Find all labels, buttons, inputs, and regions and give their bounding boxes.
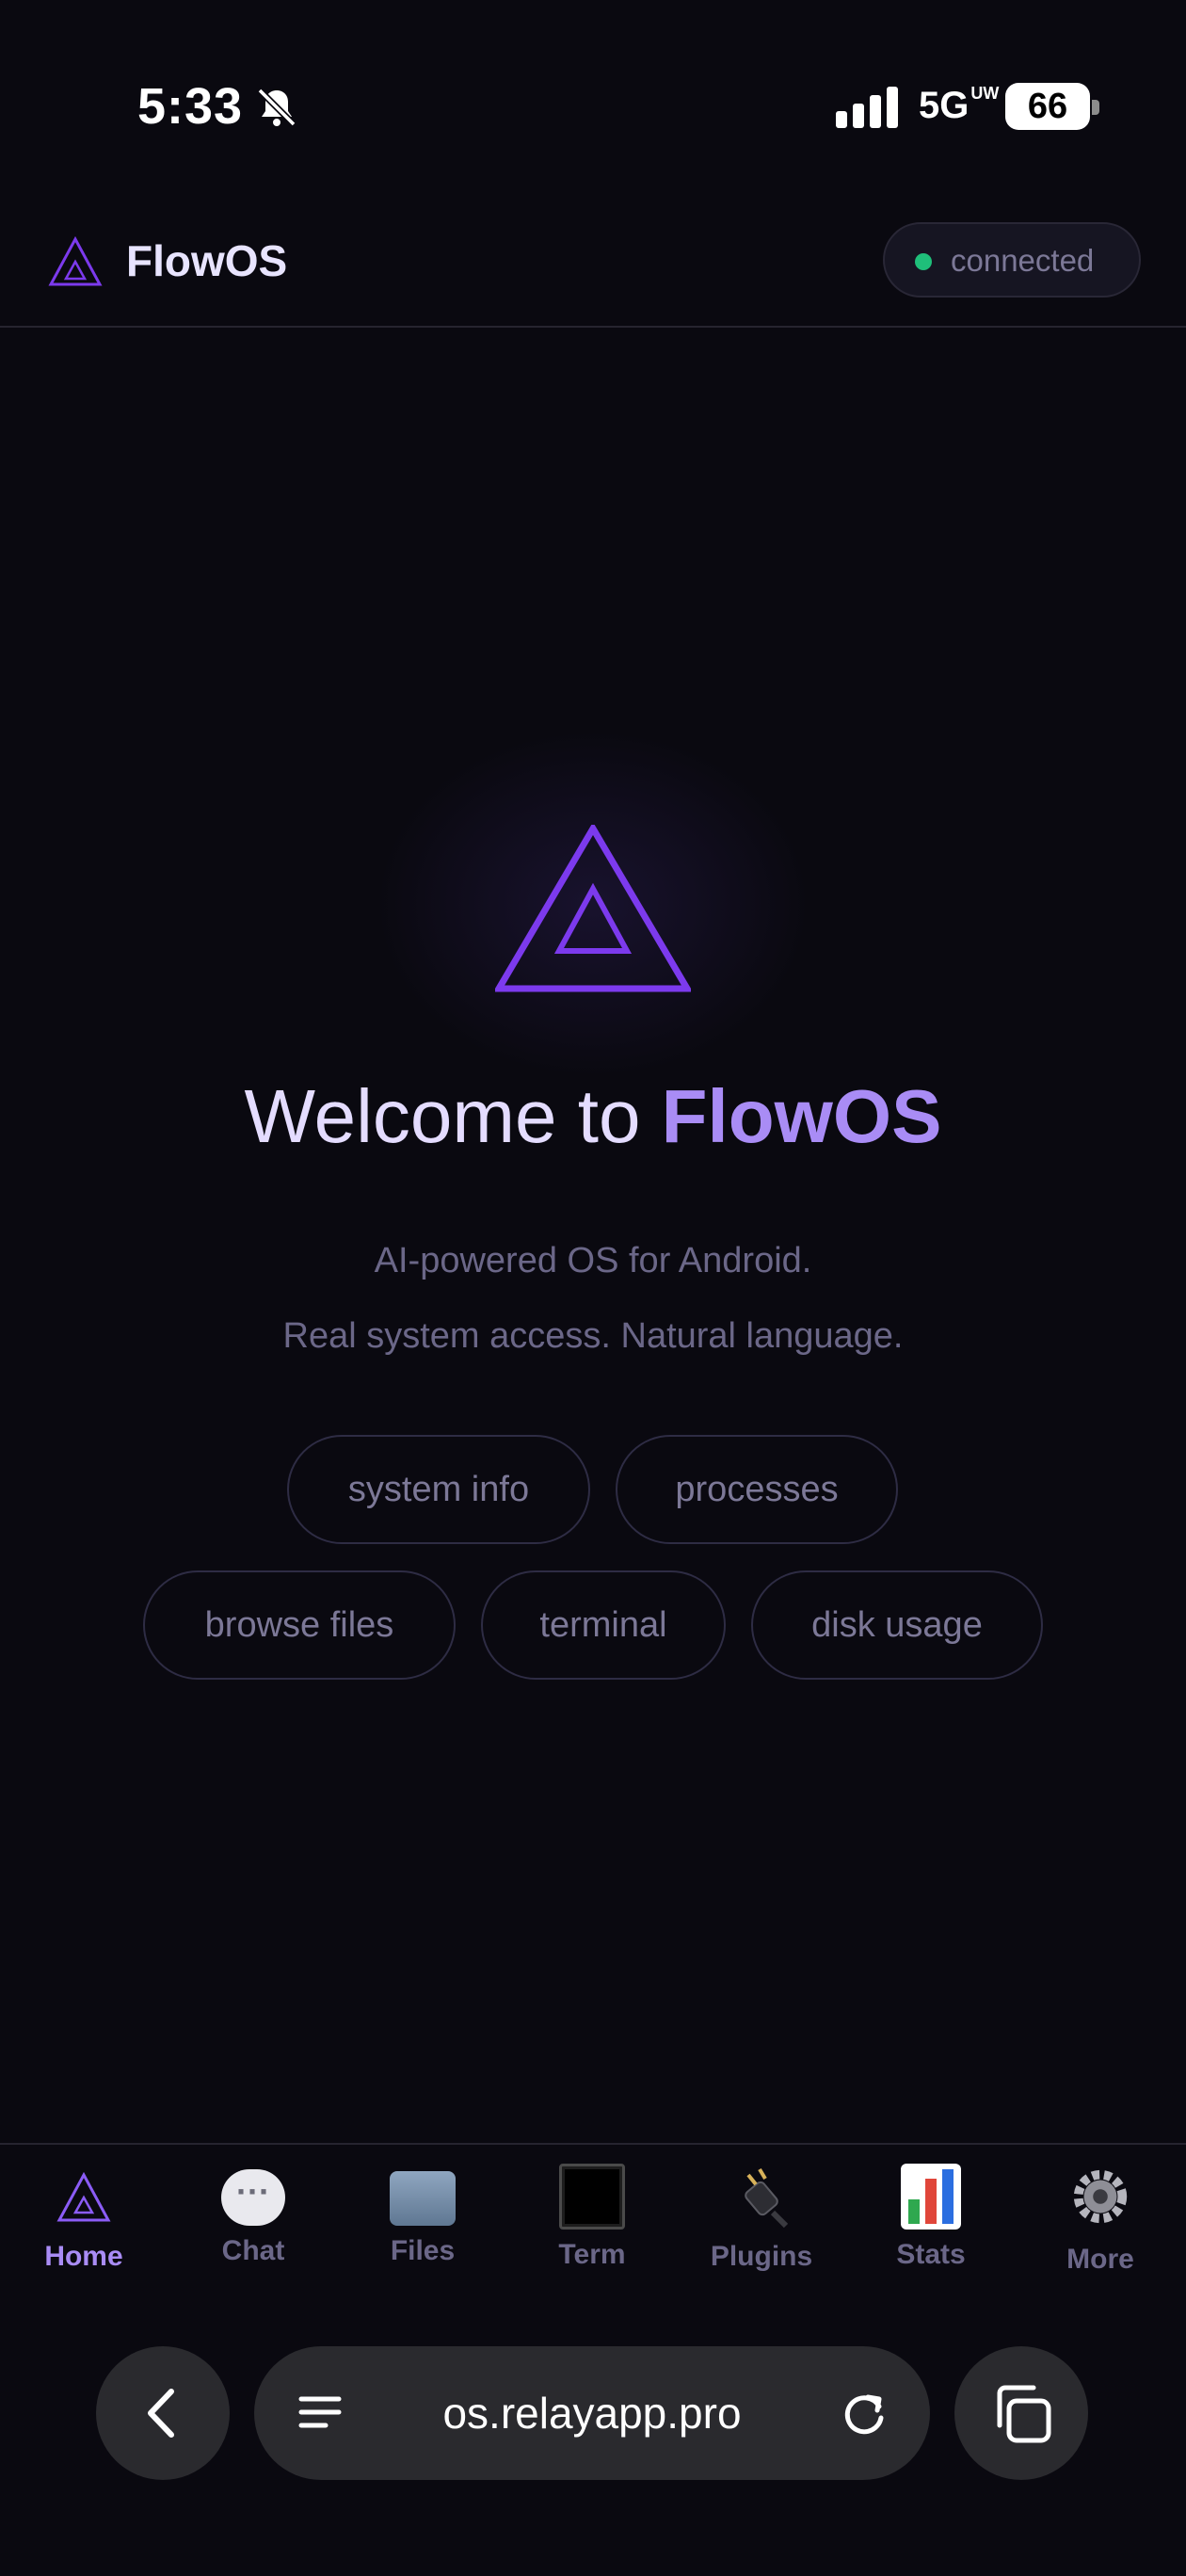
hero-subtitle-line1: AI-powered OS for Android. bbox=[374, 1241, 812, 1280]
nav-stats[interactable]: Stats bbox=[856, 2164, 1006, 2271]
nav-term-label: Term bbox=[558, 2239, 626, 2270]
battery-level: 66 bbox=[1005, 83, 1090, 130]
nav-more-label: More bbox=[1066, 2244, 1134, 2275]
url-text: os.relayapp.pro bbox=[442, 2389, 742, 2438]
status-bar: 5:33 5G UW 66 bbox=[0, 0, 1186, 198]
nav-home-label: Home bbox=[44, 2241, 123, 2272]
chevron-left-icon bbox=[148, 2389, 174, 2438]
gear-icon bbox=[1073, 2169, 1128, 2224]
plug-icon bbox=[745, 2167, 789, 2229]
browser-tabs-button[interactable] bbox=[954, 2346, 1088, 2480]
hero-subtitle-line2: Real system access. Natural language. bbox=[282, 1316, 904, 1356]
network-type: 5G UW bbox=[919, 84, 1000, 126]
flowos-logo-icon[interactable] bbox=[47, 233, 104, 290]
welcome-brand: FlowOS bbox=[661, 1074, 942, 1158]
browser-address-bar[interactable]: os.relayapp.pro bbox=[254, 2346, 930, 2480]
terminal-icon bbox=[559, 2164, 625, 2230]
chip-system-info[interactable]: system info bbox=[287, 1435, 590, 1544]
nav-home[interactable]: Home bbox=[8, 2164, 159, 2273]
nav-stats-label: Stats bbox=[896, 2239, 966, 2270]
chip-terminal[interactable]: terminal bbox=[481, 1570, 726, 1680]
status-dot-icon bbox=[915, 253, 932, 270]
tabs-icon bbox=[997, 2385, 1051, 2443]
folder-icon bbox=[390, 2171, 456, 2226]
status-time: 5:33 bbox=[137, 78, 244, 135]
reload-icon[interactable] bbox=[840, 2388, 890, 2439]
silent-bell-icon bbox=[257, 88, 296, 127]
triangle-logo-icon bbox=[56, 2171, 111, 2222]
nav-files-label: Files bbox=[390, 2235, 456, 2266]
nav-chat-label: Chat bbox=[221, 2235, 285, 2266]
bottom-nav: Home Chat Files Term Plugins Stats bbox=[0, 2143, 1186, 2294]
nav-chat[interactable]: Chat bbox=[178, 2164, 329, 2267]
hero-triangle-logo-icon bbox=[495, 825, 691, 992]
cell-signal-icon bbox=[836, 87, 898, 128]
nav-plugins[interactable]: Plugins bbox=[686, 2164, 837, 2273]
chip-disk-usage[interactable]: disk usage bbox=[751, 1570, 1043, 1680]
app-title: FlowOS bbox=[126, 236, 288, 285]
battery-cap bbox=[1092, 100, 1099, 115]
connection-status-badge: connected bbox=[883, 222, 1141, 298]
nav-term[interactable]: Term bbox=[517, 2164, 667, 2271]
nav-more[interactable]: More bbox=[1025, 2164, 1176, 2276]
browser-back-button[interactable] bbox=[96, 2346, 230, 2480]
app-header: FlowOS connected bbox=[0, 198, 1186, 328]
nav-files[interactable]: Files bbox=[347, 2164, 498, 2267]
welcome-heading: Welcome to FlowOS bbox=[244, 1074, 942, 1158]
connection-status-label: connected bbox=[951, 243, 1095, 278]
speech-bubble-icon bbox=[221, 2167, 285, 2226]
browser-toolbar: os.relayapp.pro bbox=[0, 2294, 1186, 2576]
chip-processes[interactable]: processes bbox=[616, 1435, 898, 1544]
chip-browse-files[interactable]: browse files bbox=[143, 1570, 456, 1680]
bar-chart-icon bbox=[901, 2164, 961, 2230]
nav-plugins-label: Plugins bbox=[710, 2241, 813, 2272]
